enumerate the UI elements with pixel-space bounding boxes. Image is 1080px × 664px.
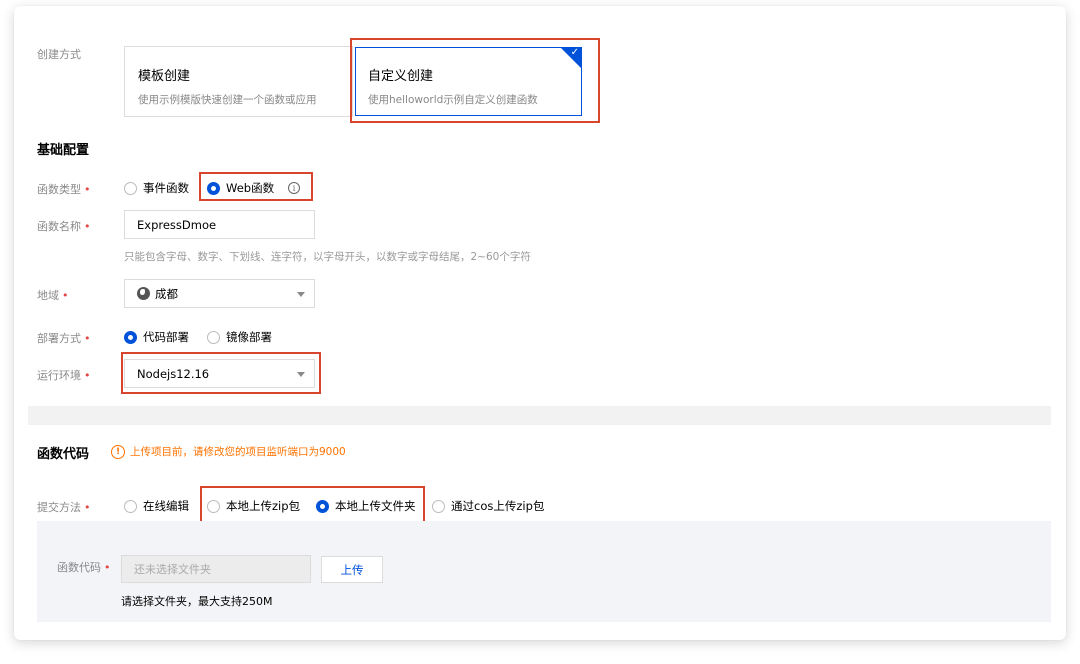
chevron-down-icon: [297, 291, 305, 297]
folder-path-input[interactable]: 还未选择文件夹: [121, 555, 311, 583]
radio-label: 在线编辑: [143, 499, 189, 513]
globe-icon: [137, 287, 150, 300]
radio-circle: [207, 330, 220, 344]
basic-config-title: 基础配置: [37, 143, 90, 158]
radio-image-deploy[interactable]: 镜像部署: [207, 329, 272, 345]
radio-circle: [432, 499, 445, 513]
func-name-input[interactable]: ExpressDmoe: [124, 210, 315, 239]
highlight-box-web: [199, 172, 313, 201]
func-name-hint: 只能包含字母、数字、下划线、连字符，以字母开头，以数字或字母结尾，2~60个字符: [124, 251, 531, 263]
radio-circle-selected: [124, 330, 137, 344]
template-create-card[interactable]: 模板创建 使用示例模版快速创建一个函数或应用: [124, 46, 353, 117]
region-value: 成都: [155, 286, 178, 301]
runtime-label: 运行环境 •: [37, 369, 91, 382]
radio-code-deploy[interactable]: 代码部署: [124, 329, 189, 345]
upload-hint: 请选择文件夹，最大支持250M: [121, 595, 273, 608]
radio-label: 事件函数: [143, 181, 189, 195]
warning-icon: !: [111, 444, 125, 459]
radio-event-function[interactable]: 事件函数: [124, 180, 189, 196]
highlight-box-upload-method: [200, 486, 425, 523]
func-type-label: 函数类型 •: [37, 183, 91, 196]
radio-label: 通过cos上传zip包: [451, 499, 545, 513]
radio-online-edit[interactable]: 在线编辑: [124, 498, 189, 514]
highlight-box-runtime: [121, 352, 321, 394]
func-code-title: 函数代码: [37, 447, 90, 462]
upload-warning: ! 上传项目前，请修改您的项目监听端口为9000: [111, 444, 346, 459]
template-create-desc: 使用示例模版快速创建一个函数或应用: [138, 94, 317, 106]
radio-label: 镜像部署: [226, 330, 272, 344]
radio-circle: [124, 181, 137, 195]
radio-circle: [124, 499, 137, 513]
creation-method-label: 创建方式: [37, 48, 81, 61]
func-code-label: 函数代码 •: [57, 561, 111, 574]
upload-button[interactable]: 上传: [321, 556, 383, 583]
radio-cos-zip[interactable]: 通过cos上传zip包: [432, 498, 544, 514]
submit-method-label: 提交方法 •: [37, 501, 91, 514]
template-create-title: 模板创建: [138, 69, 191, 84]
region-select[interactable]: 成都: [124, 279, 315, 308]
region-label: 地域 •: [37, 289, 69, 302]
func-name-label: 函数名称 •: [37, 220, 91, 233]
highlight-box-custom: [350, 38, 600, 123]
section-divider: [28, 406, 1051, 425]
warning-text: 上传项目前，请修改您的项目监听端口为9000: [130, 446, 346, 458]
radio-label: 代码部署: [143, 330, 189, 344]
deploy-label: 部署方式 •: [37, 332, 91, 345]
